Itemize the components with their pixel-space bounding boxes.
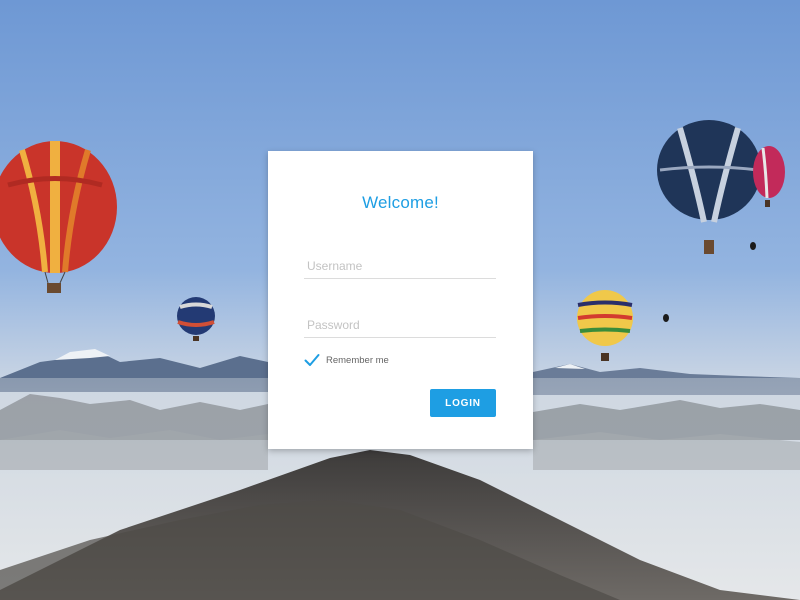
password-input[interactable] (304, 312, 496, 338)
remember-me-checkbox[interactable]: Remember me (304, 351, 389, 369)
login-button[interactable]: LOGIN (430, 389, 496, 417)
remember-me-label: Remember me (326, 354, 389, 366)
welcome-title: Welcome! (362, 193, 439, 212)
username-input[interactable] (304, 253, 496, 279)
login-card: Welcome! Remember me LOGIN (268, 151, 533, 449)
checkmark-icon (304, 354, 320, 366)
